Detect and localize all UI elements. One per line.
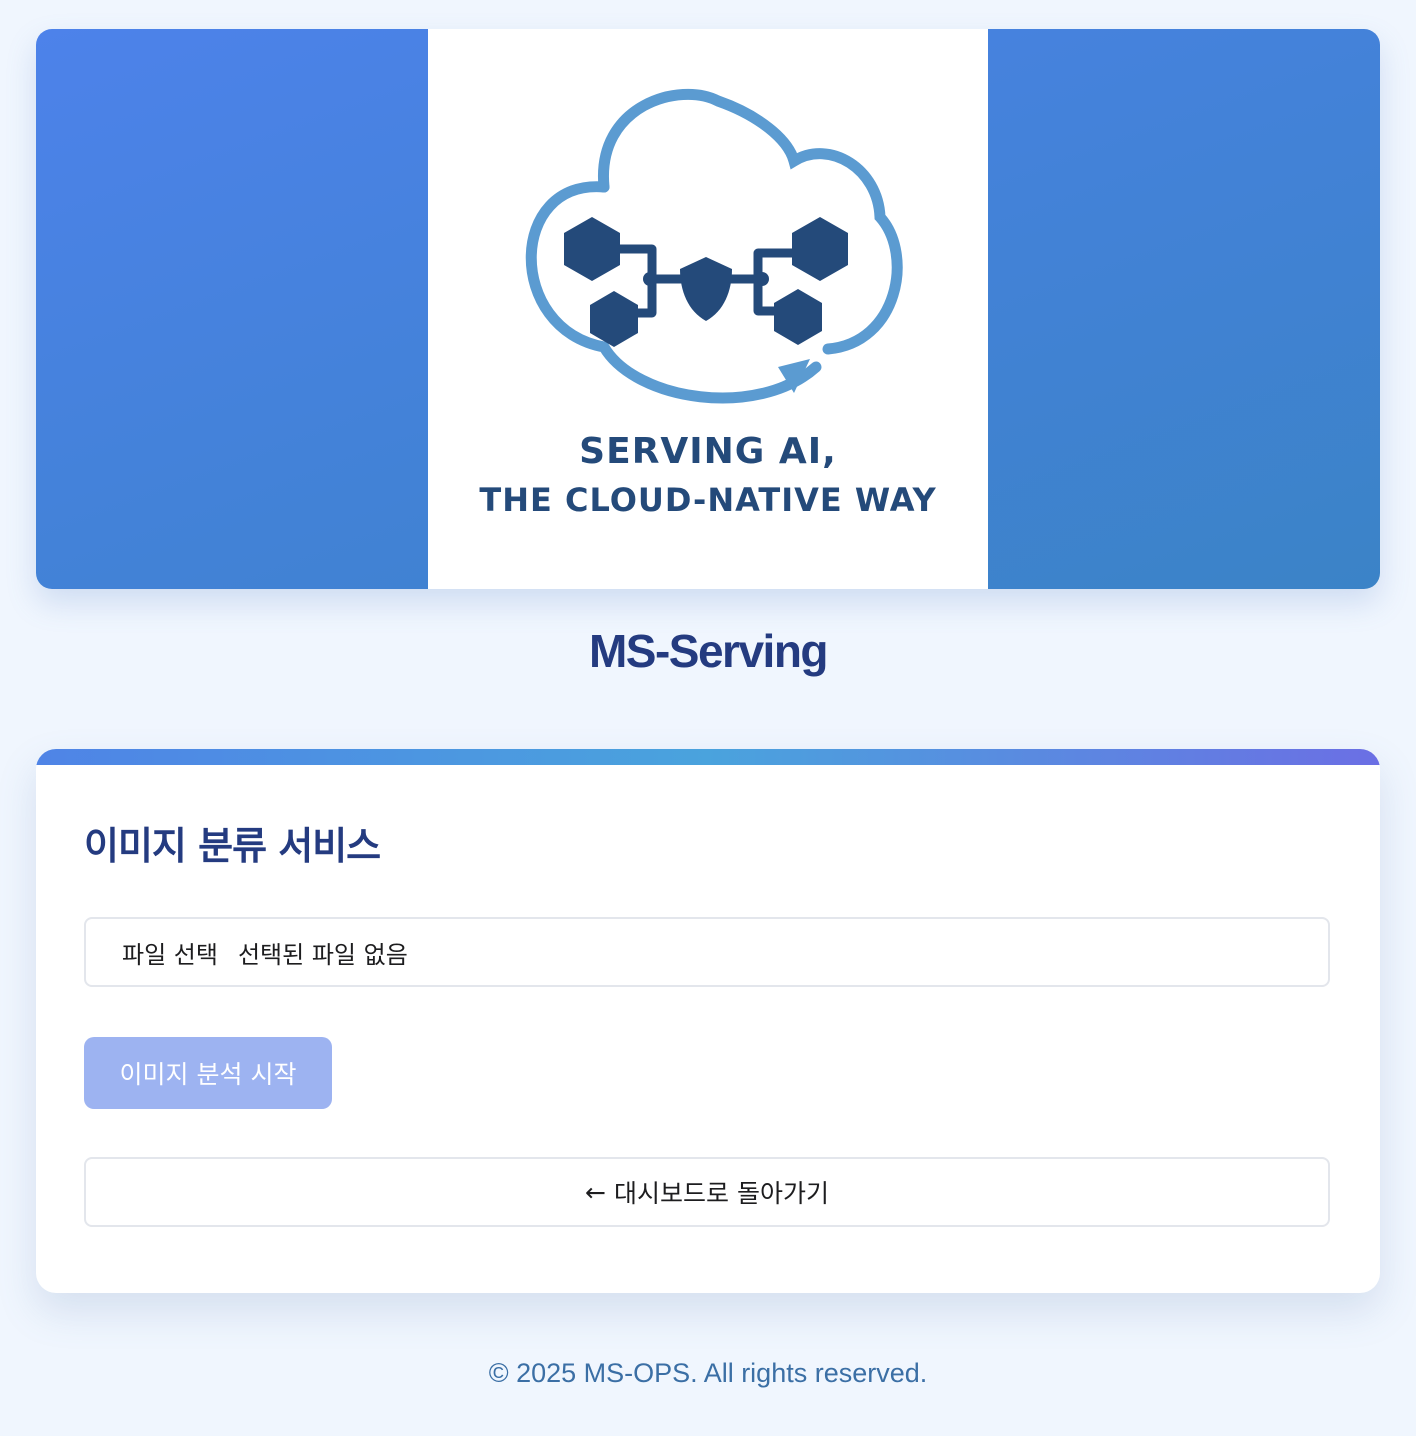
card-title: 이미지 분류 서비스: [84, 824, 381, 868]
logo-tagline-line2: THE CLOUD-NATIVE WAY: [479, 481, 937, 519]
logo-tagline-line1: SERVING AI,: [579, 431, 837, 472]
back-button-label: 대시보드로 돌아가기: [614, 1179, 829, 1208]
choose-file-button[interactable]: 파일 선택: [122, 935, 218, 970]
arrow-left-icon: ←: [585, 1177, 606, 1207]
file-status-text: 선택된 파일 없음: [237, 940, 408, 969]
footer-copyright: © 2025 MS-OPS. All rights reserved.: [488, 1358, 928, 1388]
page-title: MS-Serving: [588, 625, 829, 677]
back-to-dashboard-button[interactable]: ← 대시보드로 돌아가기: [84, 1157, 1330, 1227]
start-analysis-button[interactable]: 이미지 분석 시작: [84, 1037, 332, 1109]
hero-banner: SERVING AI, THE CLOUD-NATIVE WAY: [36, 29, 1380, 589]
logo-panel: SERVING AI, THE CLOUD-NATIVE WAY: [428, 29, 988, 589]
card-accent-bar: [36, 749, 1380, 765]
file-input[interactable]: 파일 선택 선택된 파일 없음: [84, 917, 1330, 987]
cloud-network-icon: [525, 88, 903, 404]
image-classification-card: 이미지 분류 서비스 파일 선택 선택된 파일 없음 이미지 분석 시작 ← 대…: [36, 749, 1380, 1293]
